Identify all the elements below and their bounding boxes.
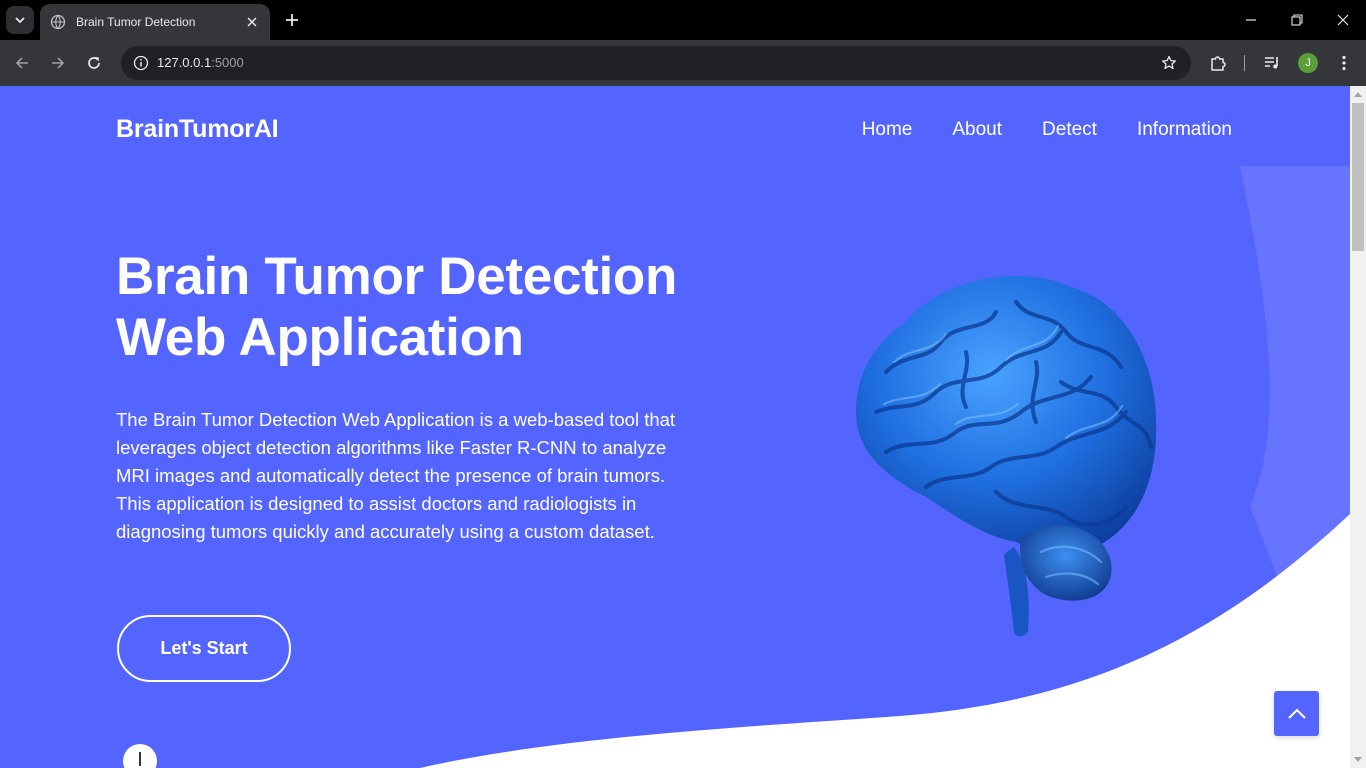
lets-start-button[interactable]: Let's Start [117, 615, 291, 682]
media-control-button[interactable] [1258, 49, 1286, 77]
restore-button[interactable] [1274, 0, 1320, 40]
chevron-up-icon [1287, 708, 1306, 719]
brain-illustration [856, 275, 1157, 637]
chevron-down-icon [15, 17, 25, 24]
nav-about[interactable]: About [952, 119, 1002, 141]
nav-home[interactable]: Home [862, 119, 913, 141]
scroll-down-arrow[interactable] [1350, 752, 1366, 768]
url-host: 127.0.0.1 [157, 55, 212, 70]
restore-icon [1291, 14, 1303, 26]
hero-description: The Brain Tumor Detection Web Applicatio… [116, 409, 676, 542]
bookmark-star-icon[interactable] [1155, 49, 1183, 77]
new-tab-button[interactable] [280, 8, 304, 32]
minimize-button[interactable] [1228, 0, 1274, 40]
page-scrollbar[interactable] [1350, 86, 1366, 768]
reload-button[interactable] [80, 49, 108, 77]
tab-search-button[interactable] [6, 6, 34, 34]
forward-button[interactable] [44, 49, 72, 77]
profile-avatar[interactable]: J [1298, 53, 1318, 73]
tab-title: Brain Tumor Detection [76, 15, 196, 29]
nav-detect[interactable]: Detect [1042, 119, 1097, 141]
scroll-up-arrow[interactable] [1350, 86, 1366, 102]
close-window-button[interactable] [1320, 0, 1366, 40]
media-icon [1265, 57, 1278, 69]
main-nav: Home About Detect Information [862, 119, 1232, 141]
forward-icon [52, 57, 65, 69]
globe-icon [50, 14, 66, 30]
hero-title-line1: Brain Tumor Detection [116, 247, 678, 306]
back-icon [15, 57, 28, 69]
back-button[interactable] [8, 49, 36, 77]
hero-title: Brain Tumor Detection Web Application [116, 246, 816, 368]
browser-toolbar: 127.0.0.1:5000 J [0, 40, 1366, 86]
url-port: :5000 [211, 55, 244, 70]
close-icon [1337, 14, 1349, 26]
hero-title-line2: Web Application [116, 308, 524, 367]
site-logo[interactable]: BrainTumorAI [116, 115, 279, 144]
plus-icon [286, 14, 298, 26]
menu-icon [1342, 55, 1346, 71]
back-to-top-button[interactable] [1274, 691, 1319, 736]
reload-icon [88, 57, 100, 69]
info-icon[interactable] [127, 49, 155, 77]
toolbar-divider [1244, 55, 1245, 71]
minimize-icon [1246, 19, 1256, 21]
close-tab-icon[interactable] [244, 14, 260, 30]
extensions-button[interactable] [1204, 49, 1232, 77]
nav-information[interactable]: Information [1137, 119, 1232, 141]
active-tab[interactable]: Brain Tumor Detection [40, 4, 270, 40]
browser-menu-button[interactable] [1330, 49, 1358, 77]
extensions-icon [1211, 56, 1226, 71]
address-bar[interactable]: 127.0.0.1:5000 [121, 46, 1191, 80]
page-viewport: BrainTumorAI Home About Detect Informati… [0, 86, 1350, 768]
tab-strip: Brain Tumor Detection [0, 0, 1366, 40]
url-text[interactable]: 127.0.0.1:5000 [157, 55, 244, 70]
scrollbar-thumb[interactable] [1352, 103, 1364, 251]
